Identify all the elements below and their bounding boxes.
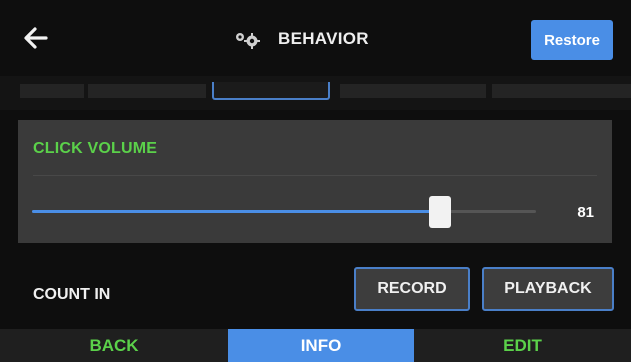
- nav-info-button[interactable]: INFO: [228, 329, 414, 362]
- click-volume-panel: CLICK VOLUME 81: [18, 120, 612, 243]
- tab-4[interactable]: [340, 84, 486, 98]
- page-title-group: BEHAVIOR: [232, 26, 369, 52]
- record-button[interactable]: RECORD: [354, 267, 470, 311]
- count-in-label: COUNT IN: [33, 286, 111, 303]
- nav-back-button[interactable]: BACK: [0, 329, 228, 362]
- tab-strip: [0, 76, 631, 110]
- nav-edit-button[interactable]: EDIT: [414, 329, 631, 362]
- divider: [33, 175, 597, 176]
- slider-fill: [32, 210, 441, 213]
- slider-thumb[interactable]: [429, 196, 452, 228]
- page-title: BEHAVIOR: [278, 29, 369, 48]
- tab-2[interactable]: [88, 84, 206, 98]
- click-volume-label: CLICK VOLUME: [33, 140, 158, 157]
- count-in-row: COUNT IN RECORD PLAYBACK: [0, 253, 631, 329]
- playback-button[interactable]: PLAYBACK: [482, 267, 614, 311]
- click-volume-value: 81: [577, 204, 594, 221]
- tab-1[interactable]: [20, 84, 84, 98]
- gears-icon: [236, 33, 260, 49]
- arrow-left-icon[interactable]: [22, 24, 50, 52]
- bottom-navbar: BACK INFO EDIT: [0, 329, 631, 362]
- tab-3-active[interactable]: [212, 82, 330, 100]
- header-bar: BEHAVIOR Restore: [0, 0, 631, 76]
- restore-button[interactable]: Restore: [531, 20, 613, 60]
- click-volume-slider[interactable]: [32, 196, 536, 228]
- tab-5[interactable]: [492, 84, 631, 98]
